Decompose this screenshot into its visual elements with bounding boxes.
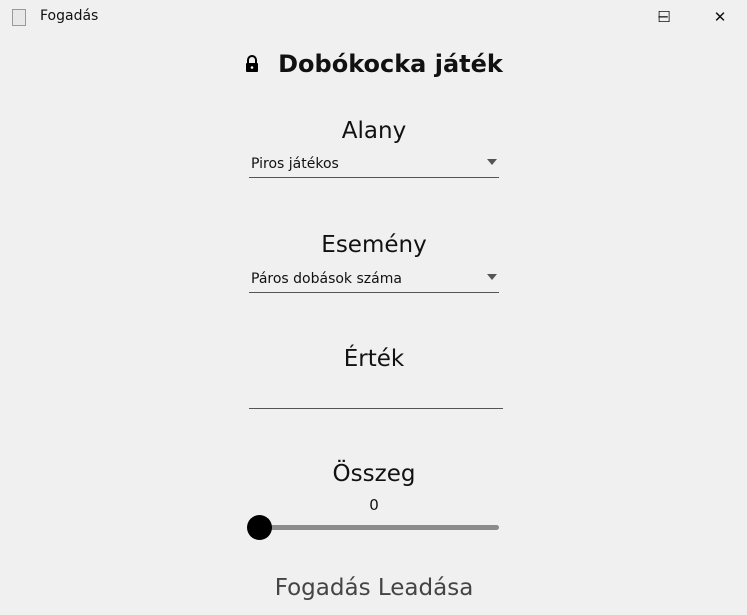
- subject-combobox[interactable]: Piros játékos: [249, 153, 499, 178]
- event-label: Esemény: [321, 232, 427, 258]
- event-combobox[interactable]: Páros dobások száma: [249, 268, 499, 293]
- window-title: Fogadás: [40, 8, 99, 24]
- subject-label: Alany: [341, 118, 407, 144]
- submit-bet-button[interactable]: Fogadás Leadása: [249, 575, 499, 601]
- amount-value: 0: [369, 496, 379, 514]
- page-title: Dobókocka játék: [278, 50, 503, 78]
- subject-value: Piros játékos: [251, 156, 339, 172]
- event-value: Páros dobások száma: [251, 271, 402, 287]
- app-icon: [12, 9, 26, 26]
- amount-slider-thumb[interactable]: [247, 515, 272, 540]
- page-header: Dobókocka játék: [0, 50, 747, 78]
- chevron-down-icon: [487, 159, 497, 165]
- maximize-button[interactable]: ☐: [641, 0, 687, 34]
- close-button[interactable]: ✕: [697, 0, 743, 34]
- chevron-down-icon: [487, 274, 497, 280]
- value-input[interactable]: [249, 378, 503, 409]
- value-label: Érték: [343, 346, 405, 372]
- lock-icon: [246, 55, 259, 72]
- title-bar: Fogadás ─ ☐ ✕: [0, 0, 747, 34]
- amount-slider-track[interactable]: [256, 525, 499, 530]
- amount-label: Összeg: [332, 461, 416, 487]
